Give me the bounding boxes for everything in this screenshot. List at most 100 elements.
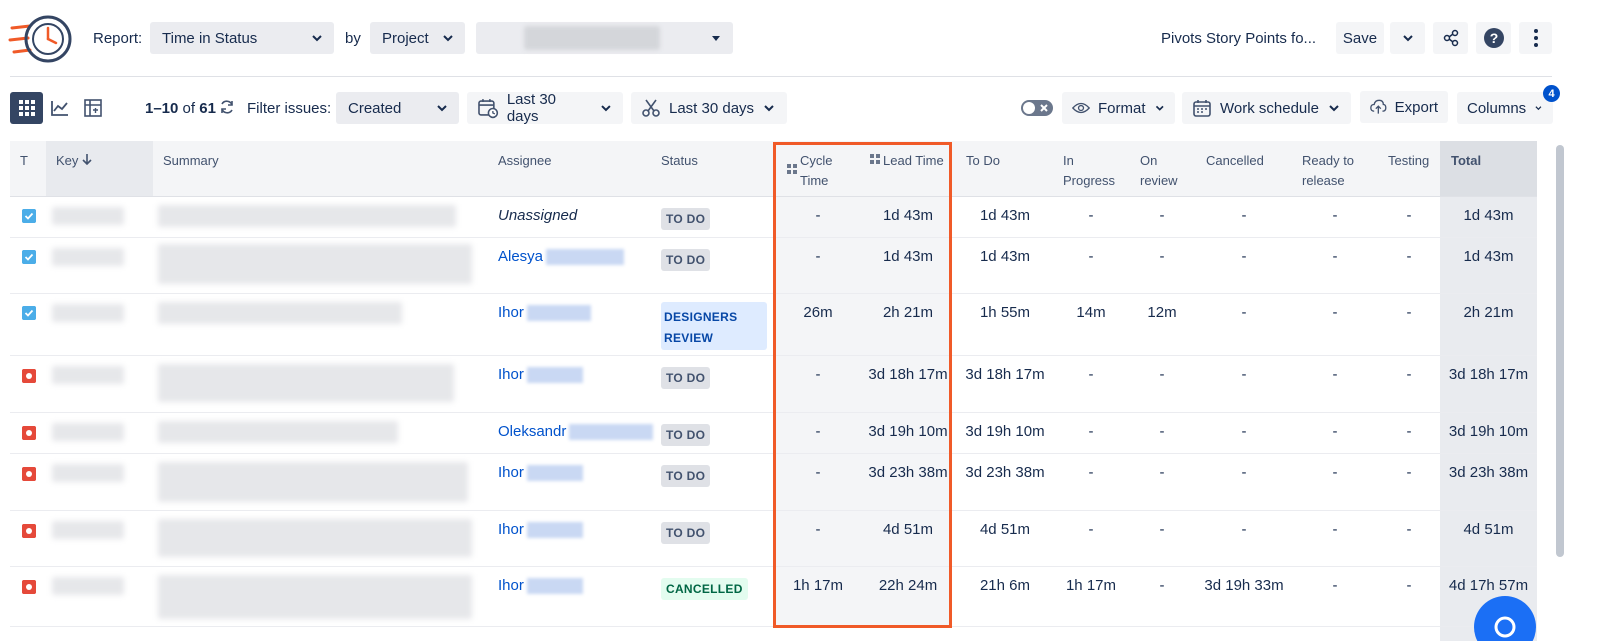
filter-field-select[interactable]: Created <box>336 92 459 124</box>
work-schedule-button[interactable]: Work schedule <box>1182 92 1351 124</box>
assignee-name[interactable]: Alesya <box>498 248 543 265</box>
header-divider <box>10 76 1552 77</box>
transition-range-value: Last 30 days <box>669 99 755 117</box>
summary-redacted[interactable] <box>158 205 456 227</box>
issue-key-redacted[interactable] <box>52 521 124 539</box>
assignee-name[interactable]: Ihor <box>498 366 524 383</box>
save-button-label: Save <box>1342 29 1378 47</box>
report-select[interactable]: Time in Status <box>150 22 334 54</box>
group-by-select[interactable]: Project <box>370 22 465 54</box>
in-progress-cell: - <box>1088 366 1094 383</box>
assignee-cell[interactable]: Ihor <box>498 464 583 482</box>
task-type-icon <box>22 250 36 264</box>
status-lozenge: CANCELLED <box>661 578 748 600</box>
range-total: 61 <box>199 100 216 117</box>
testing-cell: - <box>1406 304 1412 321</box>
more-menu-button[interactable] <box>1519 22 1552 54</box>
chevron-down-icon <box>312 35 322 42</box>
col-header-ready[interactable]: Ready to release <box>1302 151 1354 191</box>
save-button[interactable]: Save <box>1336 22 1384 54</box>
assignee-name[interactable]: Ihor <box>498 521 524 538</box>
refresh-icon[interactable] <box>219 99 235 115</box>
assignee-cell[interactable]: Ihor <box>498 304 591 322</box>
cancelled-cell: 3d 19h 33m <box>1204 577 1284 594</box>
col-header-cancelled[interactable]: Cancelled <box>1206 151 1264 171</box>
columns-count-badge: 4 <box>1543 85 1560 102</box>
save-options-button[interactable] <box>1390 22 1425 54</box>
summary-redacted[interactable] <box>158 575 472 619</box>
ready-cell: - <box>1332 521 1338 538</box>
group-by-value: Project <box>382 29 429 47</box>
assignee-name[interactable]: Ihor <box>498 464 524 481</box>
todo-cell: 1h 55m <box>979 304 1031 321</box>
issue-key-redacted[interactable] <box>52 366 124 384</box>
col-header-in-progress[interactable]: In Progress <box>1063 151 1115 191</box>
cancelled-cell: - <box>1241 304 1247 321</box>
assignee-name[interactable]: Ihor <box>498 304 524 321</box>
issue-key-redacted[interactable] <box>52 304 124 322</box>
vertical-scrollbar[interactable] <box>1556 145 1564 557</box>
share-button[interactable] <box>1433 22 1468 54</box>
assignee-cell[interactable]: Oleksandr <box>498 423 654 441</box>
cloud-upload-icon <box>1370 99 1387 114</box>
total-cell: 3d 18h 17m <box>1448 366 1529 383</box>
bug-type-icon <box>22 467 36 481</box>
date-range-filter[interactable]: Last 30 days <box>467 91 623 125</box>
issue-key-redacted[interactable] <box>52 423 124 441</box>
todo-cell: 1d 43m <box>979 207 1031 224</box>
col-header-total[interactable]: Total <box>1451 151 1481 171</box>
issue-key-redacted[interactable] <box>52 577 124 595</box>
export-button[interactable]: Export <box>1360 91 1448 123</box>
in-progress-cell: - <box>1088 248 1094 265</box>
summary-redacted[interactable] <box>158 519 472 557</box>
format-button[interactable]: Format <box>1062 92 1175 124</box>
issue-key-redacted[interactable] <box>52 207 124 225</box>
on-review-cell: 12m <box>1147 304 1177 321</box>
filter-field-value: Created <box>348 99 402 117</box>
svg-text:?: ? <box>1489 30 1498 46</box>
pivot-view-button[interactable] <box>76 92 109 124</box>
col-header-todo[interactable]: To Do <box>966 151 1000 171</box>
transition-range-filter[interactable]: Last 30 days <box>631 92 787 124</box>
bug-type-icon <box>22 426 36 440</box>
assignee-cell[interactable]: Ihor <box>498 521 583 539</box>
ready-cell: - <box>1332 423 1338 440</box>
on-review-cell: - <box>1159 248 1165 265</box>
help-button[interactable]: ? <box>1476 22 1511 54</box>
summary-redacted[interactable] <box>158 302 402 324</box>
ready-line2: release <box>1302 173 1345 188</box>
grid-view-button[interactable] <box>10 92 43 124</box>
col-header-testing[interactable]: Testing <box>1388 151 1429 171</box>
ready-line1: Ready to <box>1302 153 1355 168</box>
by-label: by <box>345 30 361 47</box>
project-select[interactable] <box>476 22 733 54</box>
eye-icon <box>1072 102 1091 114</box>
todo-cell: 4d 51m <box>979 521 1031 538</box>
col-header-summary[interactable]: Summary <box>163 151 219 171</box>
col-header-key[interactable]: Key <box>56 151 92 171</box>
summary-redacted[interactable] <box>158 244 472 284</box>
app-logo-icon <box>8 15 72 63</box>
bug-type-icon <box>22 580 36 594</box>
toggle-switch[interactable] <box>1020 99 1054 117</box>
issue-key-redacted[interactable] <box>52 464 124 482</box>
col-header-on-review[interactable]: On review <box>1140 151 1178 191</box>
assignee-name[interactable]: Ihor <box>498 577 524 594</box>
summary-redacted[interactable] <box>158 421 398 443</box>
assignee-cell[interactable]: Ihor <box>498 366 583 384</box>
summary-redacted[interactable] <box>158 462 468 502</box>
bug-type-icon <box>22 524 36 538</box>
calendar-icon <box>1193 100 1211 117</box>
issue-key-redacted[interactable] <box>52 248 124 266</box>
chevron-down-icon <box>601 105 611 112</box>
columns-button[interactable]: Columns <box>1457 92 1553 124</box>
assignee-cell[interactable]: Ihor <box>498 577 583 595</box>
assignee-name[interactable]: Oleksandr <box>498 423 566 440</box>
col-header-assignee[interactable]: Assignee <box>498 151 551 171</box>
col-header-type[interactable]: T <box>20 151 28 171</box>
summary-redacted[interactable] <box>158 364 454 402</box>
chart-view-button[interactable] <box>43 92 76 124</box>
assignee-cell[interactable]: Alesya <box>498 248 625 266</box>
highlighted-columns-frame <box>773 142 952 628</box>
col-header-status[interactable]: Status <box>661 151 698 171</box>
